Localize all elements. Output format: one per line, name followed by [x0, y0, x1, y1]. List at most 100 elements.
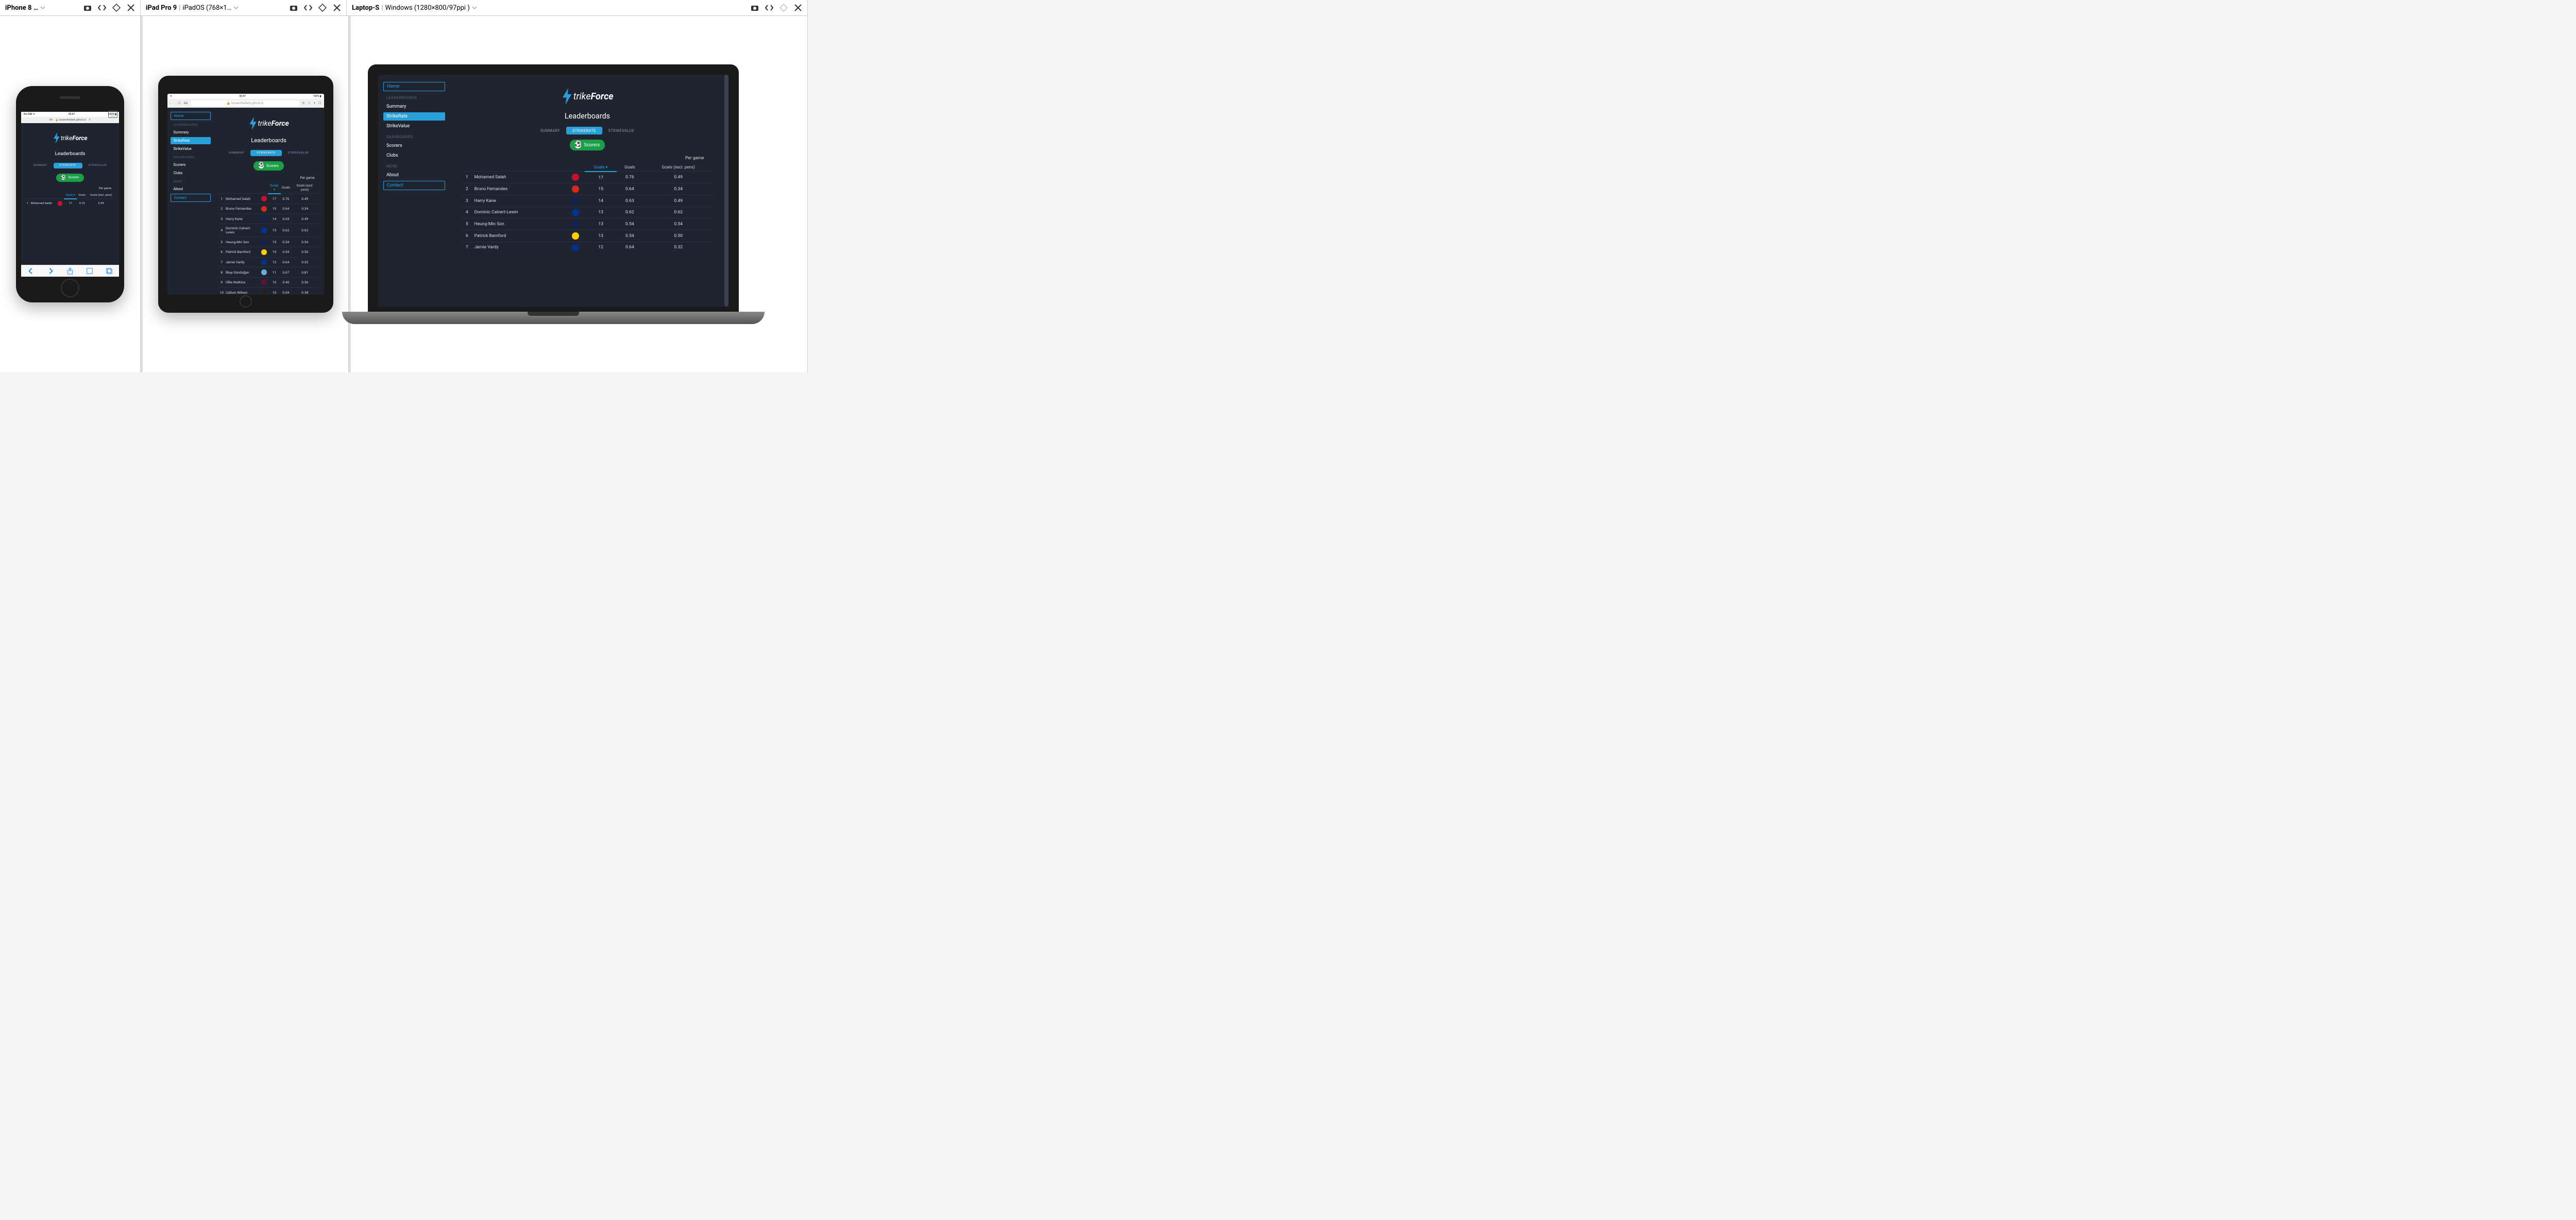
table-row[interactable]: 1Mohamed Salah170.760.49: [25, 199, 115, 208]
code-icon[interactable]: [765, 4, 773, 12]
per-game-label: Per game: [25, 187, 115, 190]
col-goals-sort[interactable]: Goals ▾: [268, 182, 281, 194]
col-excl[interactable]: Goals (excl. pens): [87, 192, 115, 199]
close-icon[interactable]: [127, 4, 135, 12]
tab-summary[interactable]: SUMMARY: [223, 150, 251, 156]
scorers-button[interactable]: Scorers: [570, 140, 605, 150]
tab-strikevalue[interactable]: STRIKEVALUE: [82, 163, 113, 168]
sidebar-item-strikerate[interactable]: StrikeRate: [171, 137, 211, 144]
table-row[interactable]: 3Harry Kane140.630.49: [219, 214, 319, 224]
table-row[interactable]: 7Jamie Vardy120.640.32: [219, 257, 319, 267]
sidebar-item-clubs[interactable]: Clubs: [171, 170, 211, 177]
col-excl[interactable]: Goals (excl. pens): [642, 163, 714, 172]
tabs-icon[interactable]: [106, 267, 113, 275]
tab-strikevalue[interactable]: STRIKEVALUE: [282, 150, 315, 156]
ios-status-bar: ᯤ 00:47 100% ▮: [167, 94, 324, 99]
sidebar-item-strikerate[interactable]: StrikeRate: [383, 112, 445, 121]
tablet-address-bar[interactable]: ‹ › ☐ AA 🔒 loosenthedark.github.io ↻ ⇧ +…: [167, 99, 324, 108]
lb-tabs: SUMMARY STRIKERATE STRIKEVALUE: [223, 150, 315, 156]
table-row[interactable]: 6Patrick Bamford130.540.50: [461, 230, 714, 242]
tab-strikerate[interactable]: STRIKERATE: [54, 163, 82, 168]
rotate-icon[interactable]: [112, 4, 121, 12]
panel-details: Windows (1280×800/97ppi ): [385, 4, 470, 12]
tablet-frame: ᯤ 00:47 100% ▮ ‹ › ☐ AA 🔒 loosenthedark.…: [158, 76, 333, 313]
sidebar-item-summary[interactable]: Summary: [171, 129, 211, 136]
col-excl[interactable]: Goals (excl. pens): [291, 182, 319, 194]
scrollbar[interactable]: [724, 75, 728, 307]
scorers-button[interactable]: Scorers: [253, 161, 284, 171]
phone-frame: No SIM ᯤ 00:47 100% ▮ AA 🔒 loosenthedark…: [16, 86, 124, 302]
sidebar-item-contact[interactable]: Contact: [171, 194, 211, 202]
sidebar-section-leaderboards: LEADERBOARDS: [383, 93, 445, 101]
code-icon[interactable]: [98, 4, 106, 12]
tab-summary[interactable]: SUMMARY: [534, 127, 566, 134]
code-icon[interactable]: [304, 4, 312, 12]
book-icon[interactable]: [86, 267, 93, 275]
camera-icon[interactable]: [290, 4, 298, 12]
tab-summary[interactable]: SUMMARY: [27, 163, 54, 168]
table-row[interactable]: 2Bruno Fernandes150.640.34: [219, 204, 319, 214]
table-row[interactable]: 4Dominic Calvert-Lewin130.620.62: [461, 207, 714, 218]
table-row[interactable]: 6Patrick Bamford130.540.50: [219, 247, 319, 257]
laptop-frame: Home LEADERBOARDS Summary StrikeRate Str…: [368, 64, 739, 312]
sidebar: Home LEADERBOARDS Summary StrikeRate Str…: [167, 108, 214, 295]
tab-strikerate[interactable]: STRIKERATE: [250, 150, 282, 156]
table-row[interactable]: 7Jamie Vardy120.640.32: [461, 242, 714, 253]
col-goals[interactable]: Goals: [281, 182, 291, 194]
forward-icon[interactable]: [47, 267, 54, 275]
close-icon[interactable]: [333, 4, 341, 12]
table-row[interactable]: 4Dominic Calvert-Lewin130.620.62: [219, 224, 319, 237]
share-icon[interactable]: [66, 267, 74, 275]
sidebar-item-about[interactable]: About: [171, 185, 211, 193]
sidebar-item-home[interactable]: Home: [383, 82, 445, 91]
ios-address-bar[interactable]: AA 🔒 loosenthedark.github.io ↻: [21, 117, 119, 123]
back-icon[interactable]: [27, 267, 35, 275]
soccer-icon: [61, 176, 65, 180]
scorers-button[interactable]: Scorers: [56, 174, 84, 182]
table-row[interactable]: 10Callum Wilson100.540.38: [219, 287, 319, 295]
laptop-base: [342, 312, 765, 324]
camera-icon[interactable]: [83, 4, 92, 12]
sidebar-item-home[interactable]: Home: [171, 112, 211, 120]
per-game-label: Per game: [461, 156, 714, 161]
ios-bottom-bar: [21, 265, 119, 277]
per-game-label: Per game: [219, 176, 319, 180]
col-goals[interactable]: Goals: [617, 163, 642, 172]
table-row[interactable]: 1Mohamed Salah170.760.49: [219, 194, 319, 204]
sidebar-section-dashboards: DASHBOARDS: [383, 132, 445, 140]
camera-icon[interactable]: [751, 4, 759, 12]
table-row[interactable]: 1Mohamed Salah170.760.49: [461, 172, 714, 183]
sidebar-item-about[interactable]: About: [383, 171, 445, 179]
panel-name: Laptop-S: [352, 4, 379, 12]
table-row[interactable]: 5Heung-Min Son130.540.54: [461, 218, 714, 230]
col-goals-sort[interactable]: Goals ▾: [585, 163, 617, 172]
panel-header-laptop: Laptop-S | Windows (1280×800/97ppi ): [347, 0, 808, 15]
sidebar-item-contact[interactable]: Contact: [383, 181, 445, 190]
col-goals[interactable]: Goals: [77, 192, 87, 199]
col-goals-sort[interactable]: Goals ▾: [64, 192, 77, 199]
table-row[interactable]: 9Ollie Watkins100.400.36: [219, 277, 319, 287]
tab-strikerate[interactable]: STRIKERATE: [566, 127, 602, 134]
sidebar-item-scorers[interactable]: Scorers: [171, 161, 211, 168]
chevron-down-icon[interactable]: [40, 5, 45, 10]
chevron-down-icon[interactable]: [233, 5, 239, 10]
panel-header-phone: iPhone 8 …: [0, 0, 141, 15]
leaderboard-table: Goals ▾ Goals Goals (excl. pens) 1Mohame…: [219, 182, 319, 295]
chevron-down-icon[interactable]: [472, 5, 477, 10]
sidebar-item-summary[interactable]: Summary: [383, 103, 445, 111]
sidebar-item-clubs[interactable]: Clubs: [383, 151, 445, 160]
panel-details: iPadOS (768×1…: [182, 4, 231, 12]
close-icon[interactable]: [794, 4, 802, 12]
sidebar-item-scorers[interactable]: Scorers: [383, 142, 445, 150]
sidebar-item-strikevalue[interactable]: StrikeValue: [171, 145, 211, 152]
rotate-icon[interactable]: [318, 4, 327, 12]
table-row[interactable]: 3Harry Kane140.630.49: [461, 195, 714, 207]
sidebar-item-strikevalue[interactable]: StrikeValue: [383, 122, 445, 130]
table-row[interactable]: 2Bruno Fernandes150.640.34: [461, 183, 714, 195]
device-pane-tablet: ᯤ 00:47 100% ▮ ‹ › ☐ AA 🔒 loosenthedark.…: [143, 16, 349, 372]
table-row[interactable]: 5Heung-Min Son130.540.54: [219, 237, 319, 247]
sidebar-section-more: MORE: [171, 178, 211, 184]
ios-status-bar: No SIM ᯤ 00:47 100% ▮: [21, 112, 119, 117]
tab-strikevalue[interactable]: STRIKEVALUE: [602, 127, 640, 134]
table-row[interactable]: 8İlkay Gündoğan110.670.81: [219, 267, 319, 278]
